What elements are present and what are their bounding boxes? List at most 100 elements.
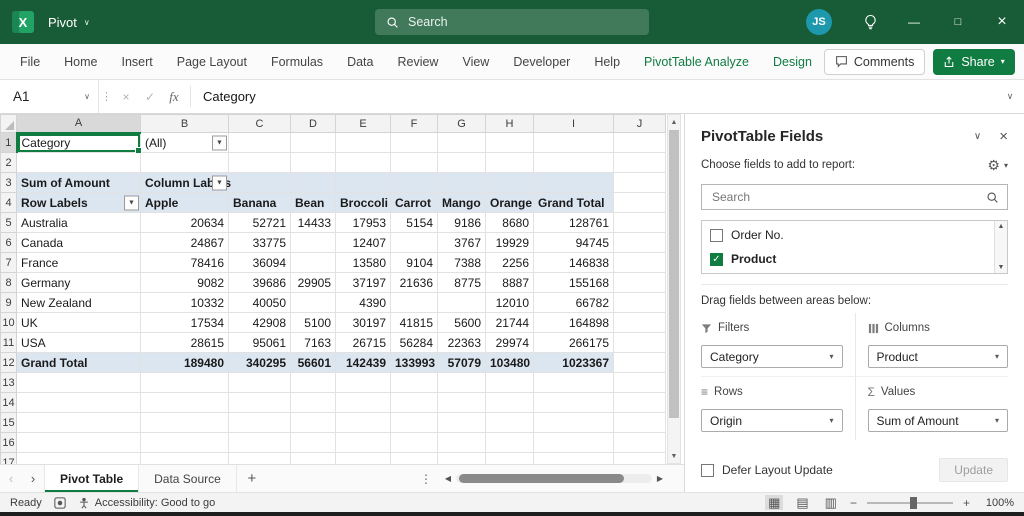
cell-H5[interactable]: 8680 [485,212,534,233]
cell-G15[interactable] [437,412,486,433]
row-header-13[interactable]: 13 [0,372,17,393]
cell-G5[interactable]: 9186 [437,212,486,233]
cell-E13[interactable] [335,372,391,393]
avatar[interactable]: JS [806,9,832,35]
cell-C4[interactable]: Banana [228,192,291,213]
tab-home[interactable]: Home [52,44,109,79]
horizontal-scrollbar-track[interactable] [456,474,652,483]
cell-A5[interactable]: Australia [16,212,141,233]
scroll-right-icon[interactable]: ▶ [652,474,668,483]
cell-D14[interactable] [290,392,336,413]
fields-search-input[interactable] [710,189,986,205]
cell-I15[interactable] [533,412,614,433]
zoom-slider[interactable] [866,496,953,509]
column-header-g[interactable]: G [437,114,486,133]
cell-G3[interactable] [437,172,486,193]
cell-D2[interactable] [290,152,336,173]
cell-F11[interactable]: 56284 [390,332,438,353]
cell-F7[interactable]: 9104 [390,252,438,273]
cell-F15[interactable] [390,412,438,433]
cell-E2[interactable] [335,152,391,173]
select-all-button[interactable] [0,114,17,133]
horizontal-scrollbar[interactable]: ◀ ▶ [440,474,668,483]
values-field-chip[interactable]: Sum of Amount ▾ [867,409,1008,432]
row-header-4[interactable]: 4 [0,192,17,213]
cell-G1[interactable] [437,132,486,153]
cell-A17[interactable] [16,452,141,464]
tools-gear-button[interactable]: ⚙ ▾ [987,157,1008,174]
cell-I9[interactable]: 66782 [533,292,614,313]
row-header-8[interactable]: 8 [0,272,17,293]
columns-field-chip[interactable]: Product ▾ [867,345,1008,368]
cell-A6[interactable]: Canada [16,232,141,253]
cell-J6[interactable] [613,232,666,253]
cell-I11[interactable]: 266175 [533,332,614,353]
cell-H13[interactable] [485,372,534,393]
ideas-lightbulb-icon[interactable] [848,0,892,44]
cell-H10[interactable]: 21744 [485,312,534,333]
cell-B4[interactable]: Apple [140,192,229,213]
cell-E6[interactable]: 12407 [335,232,391,253]
row-header-16[interactable]: 16 [0,432,17,453]
cell-A10[interactable]: UK [16,312,141,333]
cell-A3[interactable]: Sum of Amount [16,172,141,193]
cell-B6[interactable]: 24867 [140,232,229,253]
scrollbar-splitter-icon[interactable]: ⋮ [420,472,432,486]
cell-E11[interactable]: 26715 [335,332,391,353]
cell-G14[interactable] [437,392,486,413]
row-header-17[interactable]: 17 [0,452,17,464]
cell-H1[interactable] [485,132,534,153]
cell-E15[interactable] [335,412,391,433]
cell-A13[interactable] [16,372,141,393]
vertical-scrollbar-thumb[interactable] [669,130,679,418]
cell-C16[interactable] [228,432,291,453]
row-header-6[interactable]: 6 [0,232,17,253]
cell-F5[interactable]: 5154 [390,212,438,233]
cell-A8[interactable]: Germany [16,272,141,293]
cell-H6[interactable]: 19929 [485,232,534,253]
cell-J5[interactable] [613,212,666,233]
cell-J10[interactable] [613,312,666,333]
cell-J9[interactable] [613,292,666,313]
row-header-3[interactable]: 3 [0,172,17,193]
cell-B11[interactable]: 28615 [140,332,229,353]
cell-G6[interactable]: 3767 [437,232,486,253]
cell-J8[interactable] [613,272,666,293]
cell-H11[interactable]: 29974 [485,332,534,353]
cell-D16[interactable] [290,432,336,453]
comments-button[interactable]: Comments [823,48,926,75]
cell-I7[interactable]: 146838 [533,252,614,273]
name-box[interactable]: A1 ∨ [0,80,98,113]
cell-D13[interactable] [290,372,336,393]
cell-A2[interactable] [16,152,141,173]
scroll-down-icon[interactable]: ▼ [668,449,680,463]
cell-D3[interactable] [290,172,336,193]
tab-insert[interactable]: Insert [110,44,165,79]
sheet-nav-left-icon[interactable]: ‹ [0,471,22,486]
cell-G13[interactable] [437,372,486,393]
cell-G4[interactable]: Mango [437,192,486,213]
cell-E17[interactable] [335,452,391,464]
cell-C2[interactable] [228,152,291,173]
cell-J17[interactable] [613,452,666,464]
cell-G11[interactable]: 22363 [437,332,486,353]
vertical-scrollbar[interactable]: ▲ ▼ [667,114,681,464]
cell-H15[interactable] [485,412,534,433]
cell-C5[interactable]: 52721 [228,212,291,233]
cell-A12[interactable]: Grand Total [16,352,141,373]
sheet-tab-pivot-table[interactable]: Pivot Table [44,465,140,492]
tab-data[interactable]: Data [335,44,385,79]
cell-J7[interactable] [613,252,666,273]
fields-search-box[interactable] [701,184,1008,210]
cell-C15[interactable] [228,412,291,433]
cell-B9[interactable]: 10332 [140,292,229,313]
tab-page-layout[interactable]: Page Layout [165,44,259,79]
row-header-9[interactable]: 9 [0,292,17,313]
cell-D8[interactable]: 29905 [290,272,336,293]
row-header-1[interactable]: 1 [0,132,18,153]
cell-A16[interactable] [16,432,141,453]
formula-bar-grip[interactable]: ⋮ [98,80,114,113]
cell-H16[interactable] [485,432,534,453]
row-header-12[interactable]: 12 [0,352,17,373]
cell-E8[interactable]: 37197 [335,272,391,293]
